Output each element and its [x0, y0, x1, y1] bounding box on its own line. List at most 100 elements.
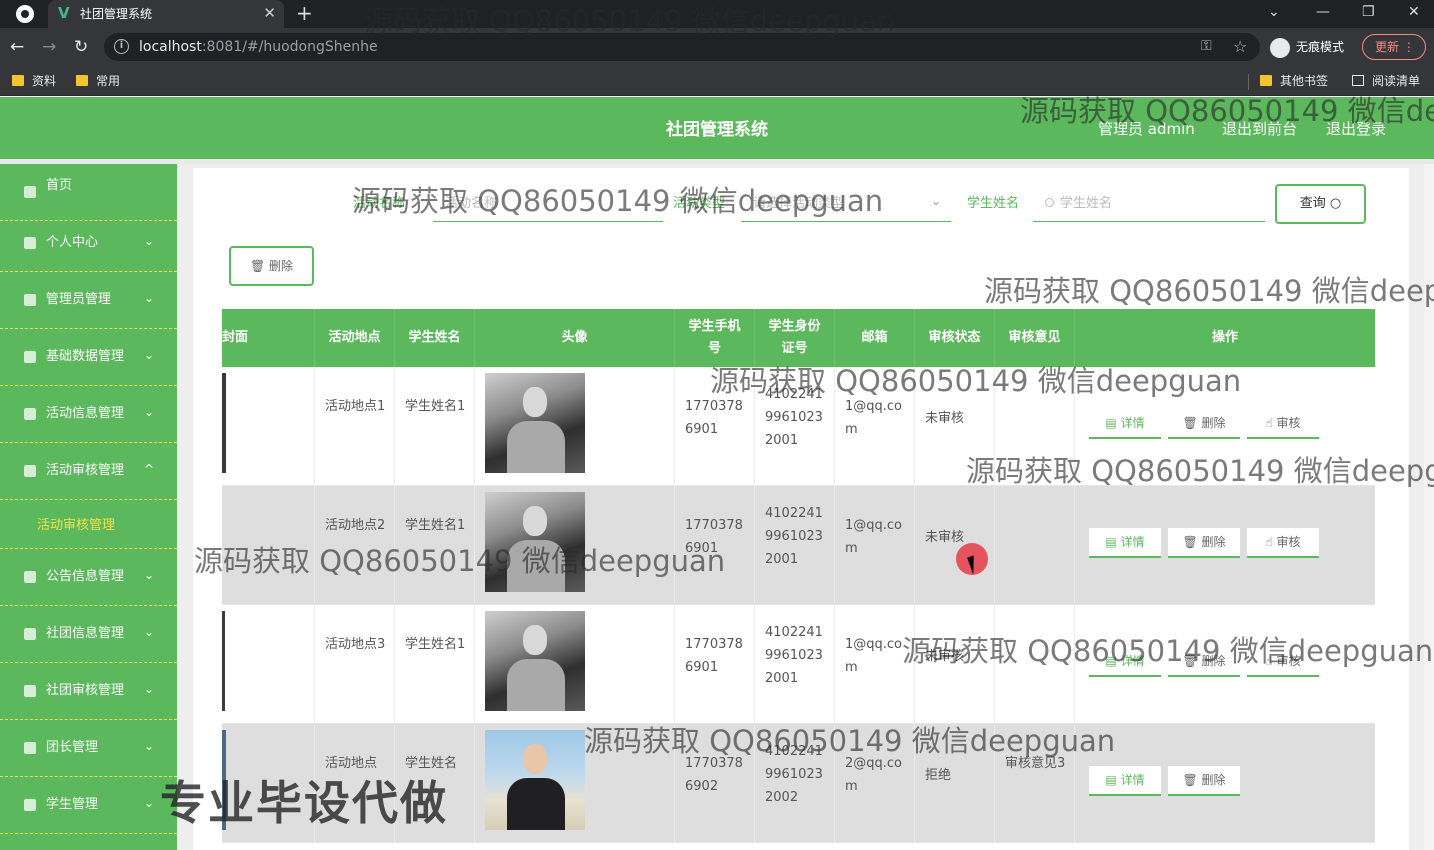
phone-cell: 17703786901: [685, 518, 743, 556]
table-row: 活动地点2 学生姓名1 17703786901 4102241996102320…: [222, 486, 1375, 605]
review-button[interactable]: ☝ 审核: [1247, 409, 1319, 439]
student-cell: 学生姓名1: [405, 637, 466, 652]
app-header: 社团管理系统 管理员 admin 退出到前台 退出登录: [0, 97, 1434, 159]
status-cell: 未审核: [925, 530, 965, 545]
trash-icon: 🗑: [249, 259, 266, 273]
col-email: 邮箱: [835, 309, 915, 367]
bookmark-star-icon[interactable]: ☆: [1233, 37, 1247, 56]
update-button[interactable]: 更新 ⋮: [1362, 34, 1426, 60]
club-icon: [24, 628, 36, 640]
exit-to-front-link[interactable]: 退出到前台: [1222, 119, 1297, 139]
avatar-image: [485, 373, 585, 473]
col-idcard: 学生身份证号: [755, 309, 835, 367]
minimize-icon[interactable]: —: [1316, 3, 1330, 21]
cover-cell: [222, 367, 315, 486]
page-scrollbar[interactable]: [1424, 164, 1434, 850]
admin-icon: [24, 294, 36, 306]
folder-icon: [12, 75, 24, 86]
leader-icon: [24, 742, 36, 754]
home-icon: [24, 186, 36, 198]
actions-cell: ▤ 详情 🗑 删除: [1075, 724, 1375, 843]
query-button[interactable]: 查询 ○: [1275, 184, 1366, 224]
table-header: 封面 活动地点 学生姓名 头像 学生手机号 学生身份证号 邮箱 审核状态 审核意…: [222, 309, 1375, 367]
reading-list[interactable]: 阅读清单: [1352, 73, 1420, 89]
address-bar[interactable]: i localhost:8081/#/huodongShenhe ⚿ ☆: [104, 33, 1260, 61]
detail-button[interactable]: ▤ 详情: [1089, 766, 1161, 796]
window-close-icon[interactable]: ✕: [1408, 3, 1420, 21]
delete-button[interactable]: 🗑 删除: [1168, 647, 1240, 677]
restore-icon[interactable]: ❐: [1362, 3, 1375, 21]
browser-toolbar: ← → ↻ i localhost:8081/#/huodongShenhe ⚿…: [0, 28, 1434, 66]
bookmark-folder-ziliao[interactable]: 资料: [12, 73, 56, 89]
activity-name-input[interactable]: 活动名称: [433, 184, 663, 222]
idcard-cell: 410224199610232002: [765, 744, 823, 805]
actions-cell: ▤ 详情 🗑 删除 ☝ 审核: [1075, 367, 1375, 486]
site-info-icon[interactable]: i: [114, 39, 129, 54]
idcard-cell: 410224199610232001: [765, 625, 823, 686]
status-cell: 未审核: [925, 649, 965, 664]
browser-tab-bar: V 社团管理系统 ✕ + ⌄ — ❐ ✕: [0, 0, 1434, 28]
col-place: 活动地点: [315, 309, 395, 367]
col-avatar: 头像: [475, 309, 675, 367]
phone-cell: 17703786901: [685, 399, 743, 437]
detail-button[interactable]: ▤ 详情: [1089, 528, 1161, 558]
place-cell: 活动地点: [325, 756, 378, 771]
sidebar-item-personal[interactable]: 个人中心 ⌄: [0, 215, 177, 272]
new-tab-icon[interactable]: +: [296, 2, 313, 24]
back-icon[interactable]: ←: [10, 37, 24, 57]
table-row: 活动地点3 学生姓名1 17703786901 4102241996102320…: [222, 605, 1375, 724]
sidebar-item-admins[interactable]: 管理员管理 ⌄: [0, 272, 177, 329]
detail-button[interactable]: ▤ 详情: [1089, 409, 1161, 439]
detail-button[interactable]: ▤ 详情: [1089, 647, 1161, 677]
chevron-down-icon: ⌄: [144, 625, 155, 639]
chevron-down-icon: ⌄: [144, 739, 155, 753]
bookmark-folder-other[interactable]: 其他书签: [1260, 73, 1328, 89]
sidebar-item-students[interactable]: 学生管理 ⌄: [0, 777, 177, 834]
main-content: 活动名称 活动名称 活动类型 请选择活动类型 ⌄ 学生姓名 学生姓名 查询 ○ …: [177, 164, 1434, 850]
email-cell: 1@qq.com: [845, 518, 903, 556]
watermark-banner: 专业毕设代做: [160, 776, 448, 830]
email-cell: 1@qq.com: [845, 399, 903, 437]
content-panel: 活动名称 活动名称 活动类型 请选择活动类型 ⌄ 学生姓名 学生姓名 查询 ○ …: [193, 168, 1409, 850]
activity-type-select[interactable]: 请选择活动类型 ⌄: [741, 184, 951, 222]
submenu-activity-review[interactable]: 活动审核管理: [0, 500, 177, 549]
student-name-input[interactable]: 学生姓名: [1033, 184, 1265, 222]
col-phone: 学生手机号: [675, 309, 755, 367]
place-cell: 活动地点1: [325, 399, 386, 414]
cover-image: [222, 373, 226, 473]
sidebar-item-basic-data[interactable]: 基础数据管理 ⌄: [0, 329, 177, 386]
sidebar-item-leaders[interactable]: 团长管理 ⌄: [0, 720, 177, 777]
bookmark-folder-changyong[interactable]: 常用: [76, 73, 120, 89]
url-text[interactable]: localhost:8081/#/huodongShenhe: [139, 39, 378, 55]
email-cell: 2@qq.com: [845, 756, 903, 794]
delete-button[interactable]: 🗑 删除: [1168, 409, 1240, 439]
browser-tab-title: 社团管理系统: [80, 7, 153, 21]
avatar-image: [485, 492, 585, 592]
sidebar-item-club-review[interactable]: 社团审核管理 ⌄: [0, 663, 177, 720]
sidebar: 首页 个人中心 ⌄ 管理员管理 ⌄ 基础数据管理 ⌄ 活动信息管理 ⌄ 活动审核…: [0, 164, 177, 850]
actions-cell: ▤ 详情 🗑 删除 ☝ 审核: [1075, 605, 1375, 724]
sidebar-item-activity-info[interactable]: 活动信息管理 ⌄: [0, 386, 177, 443]
logout-link[interactable]: 退出登录: [1326, 119, 1386, 139]
forward-icon[interactable]: →: [42, 37, 56, 57]
sidebar-item-activity-review[interactable]: 活动审核管理 ^: [0, 443, 177, 500]
search-icon: [1045, 198, 1054, 207]
delete-button[interactable]: 🗑 删除: [1168, 766, 1240, 796]
status-cell: 未审核: [925, 411, 965, 426]
delete-button[interactable]: 🗑 删除: [1168, 528, 1240, 558]
sidebar-item-home[interactable]: 首页: [0, 164, 177, 221]
student-cell: 学生姓名: [405, 756, 458, 771]
tab-close-icon[interactable]: ✕: [263, 5, 276, 21]
col-cover: 封面: [222, 309, 315, 367]
avatar-image: [485, 730, 585, 830]
review-button[interactable]: ☝ 审核: [1247, 647, 1319, 677]
password-key-icon[interactable]: ⚿: [1201, 38, 1212, 54]
batch-delete-button[interactable]: 🗑 删除: [229, 246, 314, 286]
reload-icon[interactable]: ↻: [74, 37, 88, 57]
incognito-indicator[interactable]: 无痕模式: [1270, 37, 1344, 58]
sidebar-item-announcements[interactable]: 公告信息管理 ⌄: [0, 549, 177, 606]
review-button[interactable]: ☝ 审核: [1247, 528, 1319, 558]
sidebar-item-club-info[interactable]: 社团信息管理 ⌄: [0, 606, 177, 663]
tab-search-icon[interactable]: ⌄: [1268, 3, 1280, 21]
browser-tab[interactable]: V 社团管理系统 ✕: [48, 0, 284, 28]
